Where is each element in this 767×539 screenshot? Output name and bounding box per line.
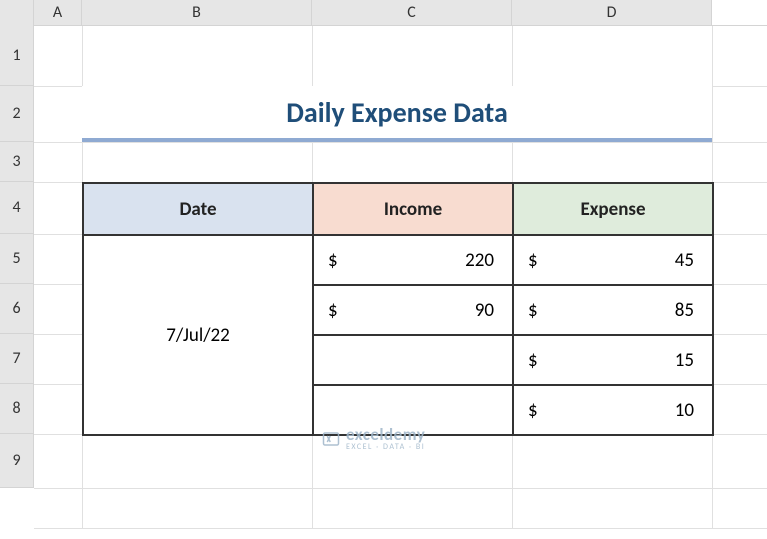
expense-cell[interactable]: $15 bbox=[513, 335, 713, 385]
logo-icon bbox=[322, 430, 340, 448]
table-row: 7/Jul/22$220$45 bbox=[83, 235, 713, 285]
page-title: Daily Expense Data bbox=[82, 86, 712, 142]
column-header-b[interactable]: B bbox=[82, 0, 312, 25]
watermark-main: exceldemy bbox=[346, 426, 425, 443]
watermark: exceldemy EXCEL · DATA · BI bbox=[322, 426, 425, 451]
expense-cell[interactable]: $85 bbox=[513, 285, 713, 335]
select-all-corner[interactable] bbox=[0, 0, 34, 26]
header-date[interactable]: Date bbox=[83, 183, 313, 235]
income-cell[interactable]: $220 bbox=[313, 235, 513, 285]
column-header-d[interactable]: D bbox=[512, 0, 712, 25]
spreadsheet: ABCD 123456789 Daily Expense Data DateInc… bbox=[0, 0, 767, 539]
expense-table: DateIncomeExpense7/Jul/22$220$45$90$85$1… bbox=[82, 182, 714, 436]
row-header-4[interactable]: 4 bbox=[0, 182, 34, 234]
column-header-c[interactable]: C bbox=[312, 0, 512, 25]
watermark-sub: EXCEL · DATA · BI bbox=[346, 443, 425, 451]
row-header-1[interactable]: 1 bbox=[0, 26, 34, 86]
row-header-5[interactable]: 5 bbox=[0, 234, 34, 284]
column-header-a[interactable]: A bbox=[34, 0, 82, 25]
column-header-row: ABCD bbox=[0, 0, 767, 26]
header-expense[interactable]: Expense bbox=[513, 183, 713, 235]
row-header-2[interactable]: 2 bbox=[0, 86, 34, 142]
row-header-9[interactable]: 9 bbox=[0, 434, 34, 488]
row-header-6[interactable]: 6 bbox=[0, 284, 34, 334]
header-income[interactable]: Income bbox=[313, 183, 513, 235]
income-cell[interactable] bbox=[313, 335, 513, 385]
cell-grid[interactable]: Daily Expense DataDateIncomeExpense7/Jul… bbox=[34, 26, 767, 528]
date-cell[interactable]: 7/Jul/22 bbox=[83, 235, 313, 435]
row-header-column: 123456789 bbox=[0, 26, 34, 488]
row-header-3[interactable]: 3 bbox=[0, 142, 34, 182]
expense-cell[interactable]: $10 bbox=[513, 385, 713, 435]
income-cell[interactable]: $90 bbox=[313, 285, 513, 335]
expense-cell[interactable]: $45 bbox=[513, 235, 713, 285]
row-header-7[interactable]: 7 bbox=[0, 334, 34, 384]
row-header-8[interactable]: 8 bbox=[0, 384, 34, 434]
